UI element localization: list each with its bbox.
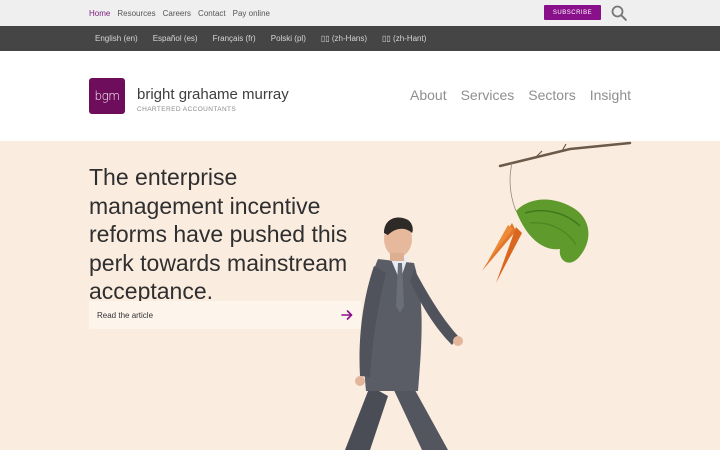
main-nav-insight[interactable]: Insight [590, 87, 631, 103]
brand-logo[interactable]: bgm [89, 78, 125, 114]
language-english[interactable]: English (en) [95, 34, 138, 43]
language-polish[interactable]: Polski (pl) [271, 34, 306, 43]
main-nav-services[interactable]: Services [461, 87, 515, 103]
top-nav: Home Resources Careers Contact Pay onlin… [89, 0, 270, 26]
top-nav-home[interactable]: Home [89, 9, 110, 18]
top-utility-bar: Home Resources Careers Contact Pay onlin… [0, 0, 720, 26]
top-nav-careers[interactable]: Careers [163, 9, 191, 18]
language-zh-hans[interactable]: ▯▯ (zh-Hans) [321, 34, 367, 43]
hero-banner: The enterprise management incentive refo… [0, 141, 720, 450]
language-bar: English (en) Español (es) Français (fr) … [0, 26, 720, 51]
read-article-button[interactable]: Read the article [89, 301, 361, 329]
language-zh-hant[interactable]: ▯▯ (zh-Hant) [382, 34, 426, 43]
main-nav: About Services Sectors Insight [410, 87, 631, 103]
read-article-label: Read the article [97, 310, 154, 320]
search-icon[interactable] [611, 5, 627, 21]
logo-monogram: bgm [94, 89, 120, 103]
language-list: English (en) Español (es) Français (fr) … [95, 26, 426, 51]
site-header: bgm bright grahame murray CHARTERED ACCO… [0, 51, 720, 141]
language-french[interactable]: Français (fr) [213, 34, 256, 43]
brand-subtitle: CHARTERED ACCOUNTANTS [137, 106, 237, 113]
top-nav-resources[interactable]: Resources [117, 9, 155, 18]
main-nav-sectors[interactable]: Sectors [528, 87, 575, 103]
businessman-carrot-illustration [345, 141, 632, 450]
main-nav-about[interactable]: About [410, 87, 447, 103]
subscribe-button[interactable]: SUBSCRIBE [544, 5, 601, 20]
top-nav-contact[interactable]: Contact [198, 9, 226, 18]
hero-headline: The enterprise management incentive refo… [89, 164, 348, 304]
brand-name[interactable]: bright grahame murray [137, 86, 289, 103]
top-nav-pay-online[interactable]: Pay online [233, 9, 270, 18]
language-spanish[interactable]: Español (es) [153, 34, 198, 43]
